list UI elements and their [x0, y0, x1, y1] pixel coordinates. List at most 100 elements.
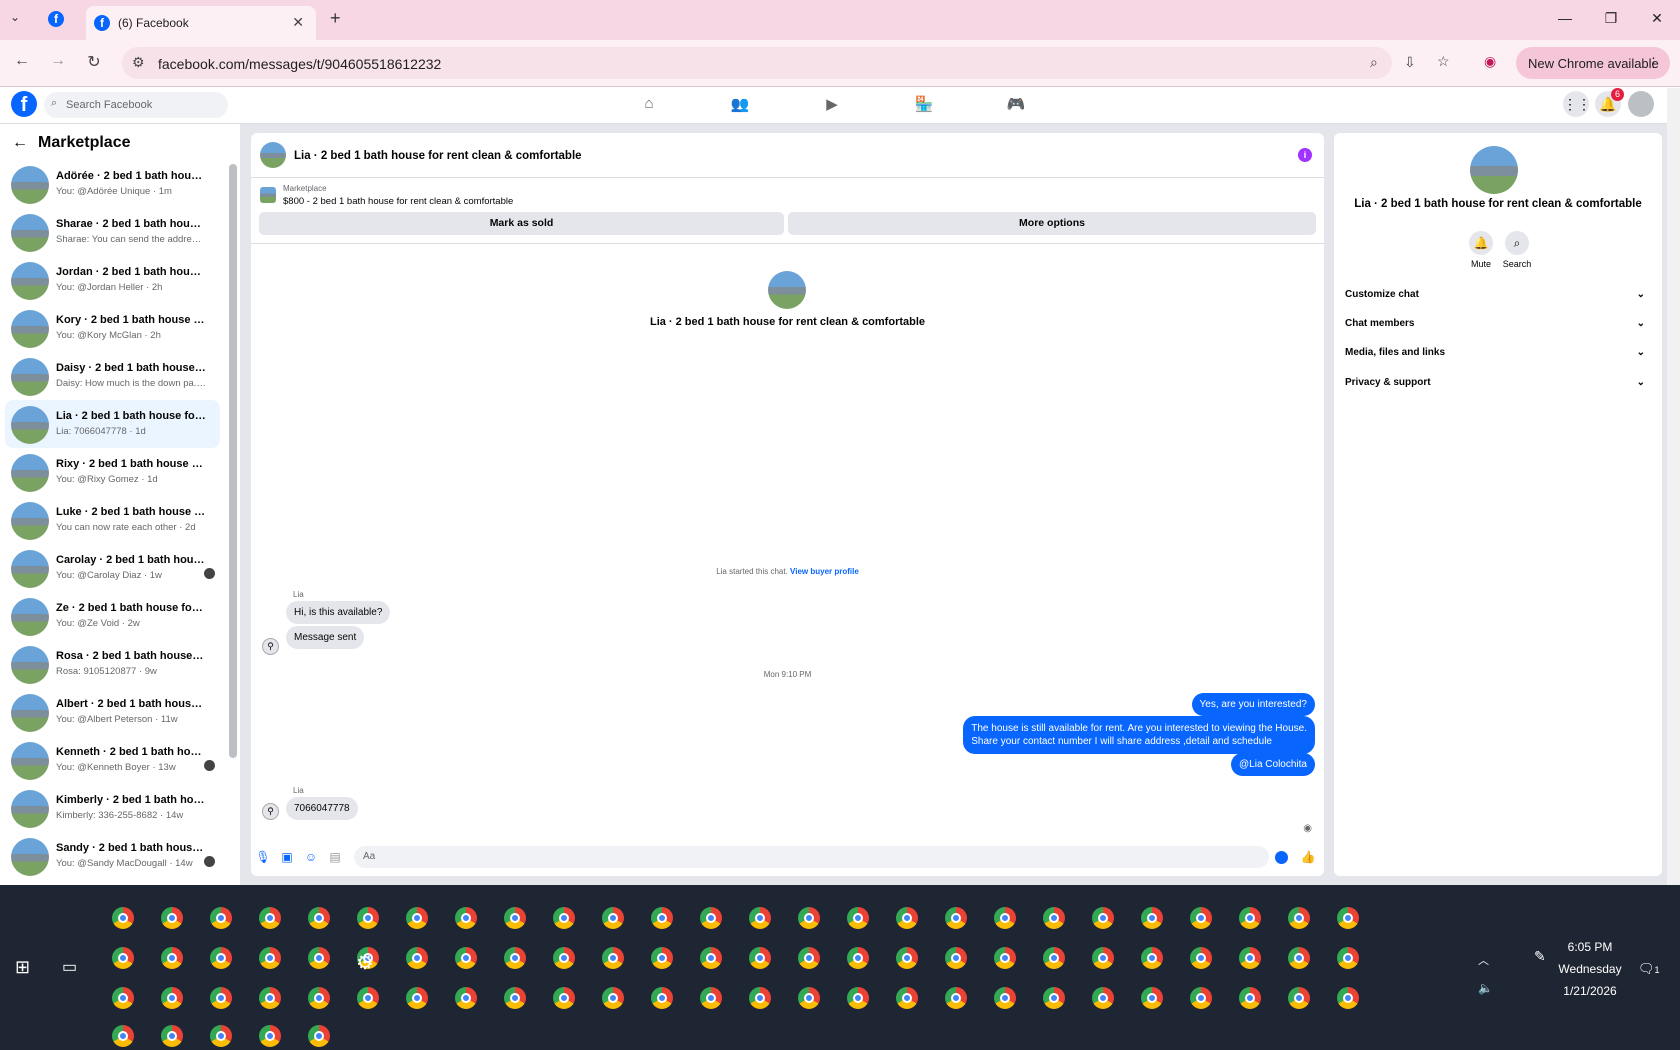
chrome-taskbar-icon[interactable] — [308, 907, 330, 929]
chrome-taskbar-icon[interactable] — [896, 907, 918, 929]
chrome-taskbar-icon[interactable] — [1043, 947, 1065, 969]
chrome-taskbar-icon[interactable] — [1190, 947, 1212, 969]
new-tab-icon[interactable]: + — [330, 8, 341, 29]
conversation-item[interactable]: Sharae · 2 bed 1 bath house for... Sharae… — [5, 208, 220, 256]
chrome-taskbar-icon[interactable] — [308, 1025, 330, 1047]
chrome-taskbar-icon[interactable] — [504, 947, 526, 969]
chrome-taskbar-icon[interactable] — [1288, 907, 1310, 929]
info-avatar[interactable] — [1470, 146, 1518, 194]
chrome-taskbar-icon[interactable] — [210, 947, 232, 969]
chrome-taskbar-icon[interactable] — [259, 947, 281, 969]
chat-avatar[interactable] — [260, 142, 286, 168]
marketplace-icon[interactable]: 🏪 — [912, 95, 936, 113]
chrome-taskbar-icon[interactable] — [651, 907, 673, 929]
chrome-taskbar-icon[interactable] — [1288, 947, 1310, 969]
chrome-taskbar-icon[interactable] — [455, 947, 477, 969]
conversation-item[interactable]: Lia · 2 bed 1 bath house for ren... Lia: … — [5, 400, 220, 448]
chrome-menu-icon[interactable]: ⋮ — [1647, 55, 1660, 71]
conversation-item[interactable]: Sandy · 2 bed 1 bath house f... You: @San… — [5, 832, 220, 880]
mark-as-sold-button[interactable]: Mark as sold — [259, 212, 784, 235]
chrome-taskbar-icon[interactable] — [1141, 987, 1163, 1009]
friends-icon[interactable]: 👥 — [728, 95, 752, 113]
chrome-taskbar-icon[interactable] — [1190, 987, 1212, 1009]
chrome-taskbar-icon[interactable] — [112, 947, 134, 969]
clock-date[interactable]: 1/21/2026 — [1555, 984, 1625, 998]
pen-icon[interactable]: ✎ — [1534, 948, 1546, 965]
chrome-taskbar-icon[interactable] — [161, 987, 183, 1009]
clock-day[interactable]: Wednesday — [1555, 962, 1625, 976]
chrome-taskbar-icon[interactable] — [1337, 947, 1359, 969]
chrome-taskbar-icon[interactable] — [896, 947, 918, 969]
bookmark-star-icon[interactable]: ☆ — [1437, 53, 1450, 70]
chat-title[interactable]: Lia · 2 bed 1 bath house for rent clean … — [294, 150, 582, 162]
clock-time[interactable]: 6:05 PM — [1555, 940, 1625, 954]
chrome-taskbar-icon[interactable] — [553, 987, 575, 1009]
back-icon[interactable]: ← — [11, 52, 33, 70]
chrome-taskbar-icon[interactable] — [700, 947, 722, 969]
chrome-taskbar-icon[interactable] — [1239, 987, 1261, 1009]
restore-icon[interactable]: ❐ — [1596, 10, 1626, 27]
chrome-taskbar-icon[interactable] — [1190, 907, 1212, 929]
chrome-taskbar-icon[interactable] — [504, 987, 526, 1009]
chrome-taskbar-icon[interactable] — [210, 1025, 232, 1047]
page-scrollbar[interactable] — [1667, 88, 1680, 885]
conversation-item[interactable]: Kenneth · 2 bed 1 bath house... You: @Ken… — [5, 736, 220, 784]
account-avatar[interactable] — [1628, 91, 1654, 117]
conversation-item[interactable]: Ze · 2 bed 1 bath house for rent... You: … — [5, 592, 220, 640]
chrome-taskbar-icon[interactable] — [308, 947, 330, 969]
search-icon[interactable]: ⌕ — [1505, 231, 1529, 255]
chrome-taskbar-icon[interactable] — [1288, 987, 1310, 1009]
chrome-taskbar-icon[interactable] — [406, 947, 428, 969]
chrome-taskbar-icon[interactable] — [749, 947, 771, 969]
settings-gear-icon[interactable]: ⚙ — [356, 950, 374, 975]
chrome-taskbar-icon[interactable] — [1141, 907, 1163, 929]
notification-center-icon[interactable]: 🗨1 — [1638, 961, 1660, 977]
conversation-item[interactable]: Carolay · 2 bed 1 bath house ... You: @Ca… — [5, 544, 220, 592]
conversation-item[interactable]: Luke · 2 bed 1 bath house for r... You ca… — [5, 496, 220, 544]
chrome-taskbar-icon[interactable] — [112, 1025, 134, 1047]
chrome-taskbar-icon[interactable] — [1141, 947, 1163, 969]
pinned-tab-facebook-icon[interactable]: f — [48, 11, 64, 27]
menu-grid-icon[interactable]: ⋮⋮ — [1563, 91, 1591, 117]
chrome-taskbar-icon[interactable] — [553, 907, 575, 929]
chrome-taskbar-icon[interactable] — [259, 1025, 281, 1047]
chrome-taskbar-icon[interactable] — [1239, 947, 1261, 969]
chrome-taskbar-icon[interactable] — [798, 947, 820, 969]
chrome-taskbar-icon[interactable] — [847, 947, 869, 969]
like-icon[interactable]: 👍 — [1300, 850, 1316, 864]
chrome-taskbar-icon[interactable] — [994, 907, 1016, 929]
profile-icon[interactable]: ◉ — [1484, 53, 1496, 70]
chrome-taskbar-icon[interactable] — [945, 907, 967, 929]
conversation-item[interactable]: Rosa · 2 bed 1 bath house for r... Rosa: … — [5, 640, 220, 688]
chrome-taskbar-icon[interactable] — [1043, 907, 1065, 929]
message-input[interactable]: Aa — [354, 846, 1269, 868]
chrome-taskbar-icon[interactable] — [357, 907, 379, 929]
forward-icon[interactable]: → — [47, 52, 69, 70]
message-in[interactable]: Message sent — [286, 626, 365, 649]
chrome-taskbar-icon[interactable] — [798, 907, 820, 929]
omnibox[interactable]: ⚙ facebook.com/messages/t/90460551861223… — [122, 47, 1392, 79]
chrome-taskbar-icon[interactable] — [847, 907, 869, 929]
chrome-taskbar-icon[interactable] — [1239, 907, 1261, 929]
microphone-icon[interactable]: 🎙 — [255, 850, 271, 864]
message-in[interactable]: Hi, is this available? — [286, 601, 391, 624]
zoom-icon[interactable]: ⌕ — [1370, 54, 1378, 71]
chrome-taskbar-icon[interactable] — [112, 907, 134, 929]
minimize-icon[interactable]: — — [1550, 10, 1580, 26]
chrome-taskbar-icon[interactable] — [651, 987, 673, 1009]
list-scrollbar[interactable] — [229, 164, 237, 758]
home-icon[interactable]: ⌂ — [637, 95, 661, 112]
chrome-taskbar-icon[interactable] — [161, 947, 183, 969]
chrome-taskbar-icon[interactable] — [259, 907, 281, 929]
chrome-taskbar-icon[interactable] — [798, 987, 820, 1009]
facebook-logo-icon[interactable]: f — [11, 91, 37, 117]
chrome-taskbar-icon[interactable] — [749, 907, 771, 929]
chrome-taskbar-icon[interactable] — [455, 987, 477, 1009]
show-hidden-icons-icon[interactable]: ︿ — [1478, 952, 1489, 968]
chrome-taskbar-icon[interactable] — [602, 907, 624, 929]
window-close-icon[interactable]: ✕ — [1642, 10, 1672, 27]
chrome-taskbar-icon[interactable] — [602, 947, 624, 969]
tab-search-icon[interactable]: ⌄ — [10, 10, 20, 24]
chrome-taskbar-icon[interactable] — [945, 987, 967, 1009]
photo-icon[interactable]: ▣ — [279, 850, 295, 864]
